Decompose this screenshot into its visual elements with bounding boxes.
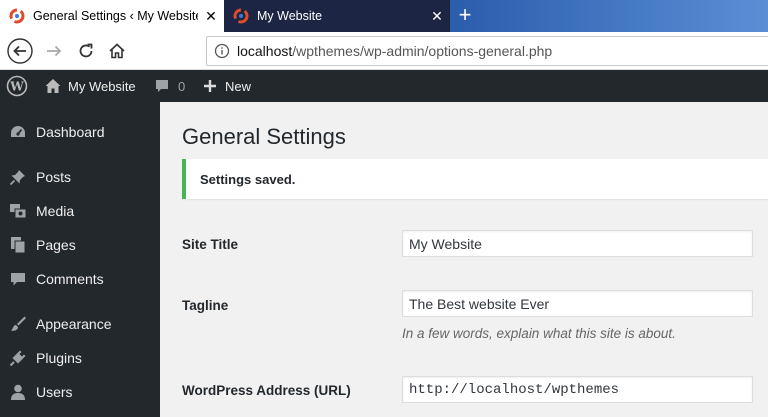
sidebar-item-plugins[interactable]: Plugins (0, 341, 160, 375)
media-icon (0, 202, 36, 220)
sidebar-item-label: Comments (36, 271, 104, 287)
dashboard-icon (0, 123, 36, 141)
sidebar-item-appearance[interactable]: Appearance (0, 307, 160, 341)
forward-arrow-icon (47, 45, 62, 57)
tab-close-icon[interactable]: ✕ (424, 8, 450, 25)
wordpress-address-value: http://localhost/wpthemes (409, 381, 620, 398)
sidebar-item-label: Pages (36, 237, 76, 253)
back-arrow-icon (7, 38, 33, 64)
success-notice: Settings saved. (182, 159, 768, 199)
pin-icon (0, 168, 36, 186)
wordpress-address-input[interactable]: http://localhost/wpthemes (402, 376, 753, 403)
tab-close-icon[interactable]: ✕ (198, 8, 224, 25)
new-tab-button[interactable]: + (450, 0, 480, 32)
comment-bubble-icon (156, 80, 168, 92)
sidebar-item-posts[interactable]: Posts (0, 160, 160, 194)
url-host: localhost (237, 43, 293, 59)
sidebar-item-label: Appearance (36, 316, 112, 332)
sidebar-item-label: Media (36, 203, 75, 219)
url-path: /wpthemes/wp-admin/options-general.php (292, 43, 553, 59)
user-icon (0, 383, 36, 401)
sidebar-item-label: Dashboard (36, 124, 105, 140)
tagline-label: Tagline (182, 298, 229, 313)
reload-icon (79, 43, 93, 58)
brush-icon (0, 315, 36, 333)
url-bar[interactable]: localhost/wpthemes/wp-admin/options-gene… (206, 36, 768, 66)
tab-title: General Settings ‹ My Website — (33, 9, 198, 23)
wordpress-address-label: WordPress Address (URL) (182, 383, 351, 398)
new-label: New (225, 78, 252, 94)
site-title-label: Site Title (182, 237, 239, 252)
sidebar-item-label: Posts (36, 169, 72, 185)
home-button[interactable] (103, 37, 131, 65)
site-title-input[interactable]: My Website (402, 230, 753, 257)
tagline-description: In a few words, explain what this site i… (402, 326, 676, 341)
site-name: My Website (68, 78, 136, 94)
home-icon (45, 79, 61, 93)
comments-count: 0 (178, 78, 186, 94)
sidebar-item-media[interactable]: Media (0, 194, 160, 228)
home-icon (109, 43, 125, 59)
comments-link[interactable]: 0 (154, 70, 185, 102)
forward-button[interactable] (40, 37, 68, 65)
plus-icon (204, 80, 216, 92)
site-title-value: My Website (409, 235, 482, 252)
pages-icon (0, 236, 36, 254)
sidebar-item-dashboard[interactable]: Dashboard (0, 115, 160, 149)
page-title: General Settings (182, 124, 346, 149)
notice-text: Settings saved. (200, 171, 296, 187)
site-name-link[interactable]: My Website (44, 70, 136, 102)
sidebar-item-users[interactable]: Users (0, 375, 160, 409)
wordpress-logo-button[interactable]: W (6, 70, 28, 102)
site-favicon-icon (233, 8, 249, 24)
sidebar-item-label: Users (36, 384, 73, 400)
wordpress-logo-icon: W (6, 75, 28, 97)
reload-button[interactable] (72, 37, 100, 65)
svg-text:W: W (9, 80, 24, 94)
admin-sidebar: Dashboard Posts Media Pages Comments App… (0, 102, 160, 417)
tab-title: My Website (257, 9, 323, 23)
browser-nav-bar: localhost/wpthemes/wp-admin/options-gene… (0, 32, 768, 70)
browser-tab-strip: General Settings ‹ My Website — ✕ My Web… (0, 0, 768, 32)
tab-general-settings[interactable]: General Settings ‹ My Website — ✕ (0, 0, 224, 32)
wp-admin-bar: W My Website 0 New (0, 70, 768, 102)
sidebar-item-label: Plugins (36, 350, 82, 366)
plug-icon (0, 349, 36, 367)
back-button[interactable] (6, 37, 34, 65)
main-content: General Settings Settings saved. Site Ti… (160, 102, 768, 417)
sidebar-item-comments[interactable]: Comments (0, 262, 160, 296)
site-favicon-icon (9, 8, 25, 24)
tagline-input[interactable]: The Best website Ever (402, 290, 753, 317)
comment-icon (0, 270, 36, 288)
tab-my-website[interactable]: My Website ✕ (224, 0, 450, 32)
info-icon[interactable] (207, 43, 237, 59)
new-content-link[interactable]: New (203, 70, 251, 102)
sidebar-item-pages[interactable]: Pages (0, 228, 160, 262)
tagline-value: The Best website Ever (409, 295, 550, 312)
